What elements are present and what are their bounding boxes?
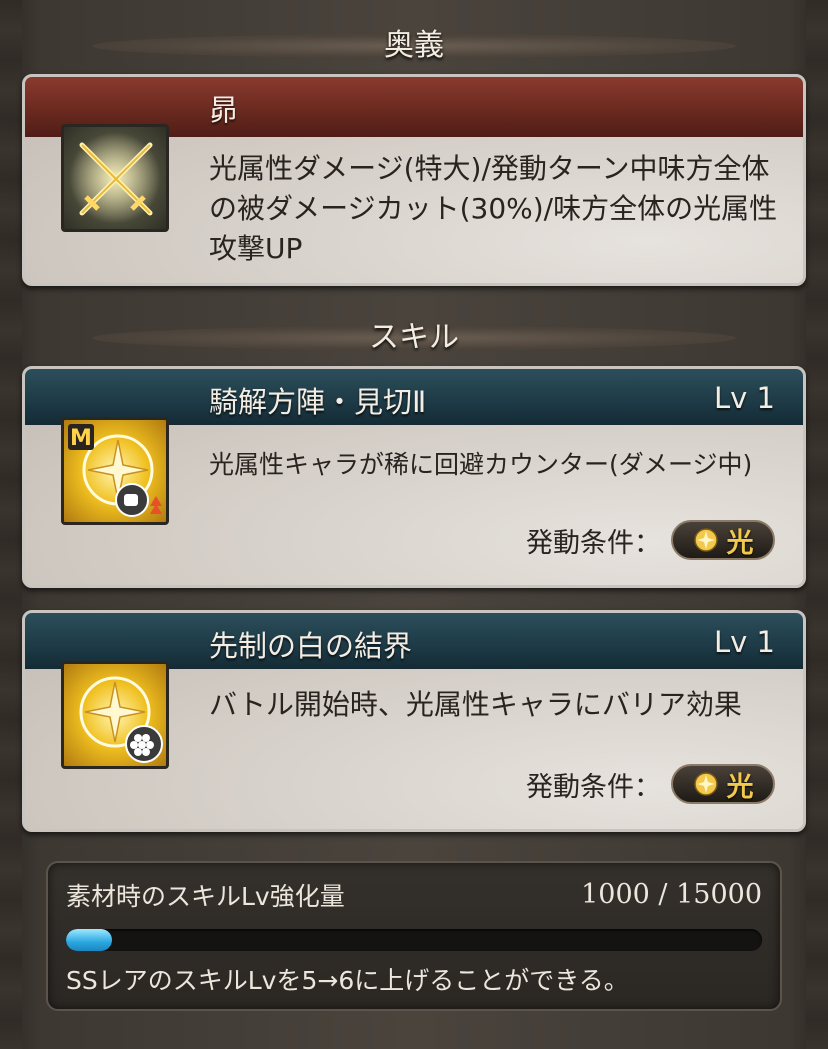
condition-label: 発動条件： [526, 771, 661, 803]
ougi-description: 光属性ダメージ(特大)/発動ターン中味方全体の被ダメージカット(30%)/味方全… [209, 152, 778, 265]
left-border-decoration [0, 0, 22, 1049]
material-note: SSレアのスキルLvを5→6に上げることができる。 [66, 966, 629, 995]
ougi-section-title: 奥義 [384, 28, 444, 63]
skill-condition-1: 発動条件： 光 [526, 520, 775, 560]
light-element-icon [693, 772, 718, 796]
material-skill-panel: 素材時のスキルLv強化量 1000 / 15000 SSレアのスキルLvを5→6… [46, 861, 782, 1011]
skill-section-header: スキル [0, 318, 828, 358]
crossed-swords-icon [61, 124, 169, 232]
light-compass-counter-icon: M [61, 417, 169, 525]
light-element-pill: 光 [671, 764, 775, 804]
skill-card-2[interactable]: 先制の白の結界 Lv 1 バトル開始時、光属性キャラにバリア効果 発動条件： 光 [22, 610, 806, 832]
right-border-decoration [806, 0, 828, 1049]
light-element-pill: 光 [671, 520, 775, 560]
skill-level-2: Lv 1 [714, 625, 775, 659]
skill-description-1: 光属性キャラが稀に回避カウンター(ダメージ中) [209, 450, 753, 479]
skill-name-1: 騎解方陣・見切Ⅱ [209, 385, 427, 419]
light-compass-barrier-icon [61, 661, 169, 769]
ougi-section-header: 奥義 [0, 26, 828, 66]
skill-exp-progress-bar [66, 929, 762, 951]
skill-exp-progress-fill [66, 929, 113, 951]
ougi-name: 昴 [209, 93, 239, 127]
material-label: 素材時のスキルLv強化量 [66, 882, 345, 911]
ougi-card[interactable]: 昴 光属性ダメージ(特大)/発動ターン中味方全体の被ダメージカット(30%)/味… [22, 74, 806, 286]
skill-condition-2: 発動条件： 光 [526, 764, 775, 804]
skill-name-2: 先制の白の結界 [209, 629, 413, 663]
skill-description-2: バトル開始時、光属性キャラにバリア効果 [209, 688, 742, 721]
skill-card-1[interactable]: M 騎解方陣・見切Ⅱ Lv 1 光属性キャラが稀に回避カウンター(ダメージ中) … [22, 366, 806, 588]
skill-level-1: Lv 1 [714, 381, 775, 415]
skill-badge-m: M [70, 426, 92, 451]
material-value: 1000 / 15000 [581, 879, 762, 910]
skill-section-title: スキル [369, 320, 459, 355]
condition-label: 発動条件： [526, 527, 661, 559]
light-element-icon [693, 528, 718, 552]
